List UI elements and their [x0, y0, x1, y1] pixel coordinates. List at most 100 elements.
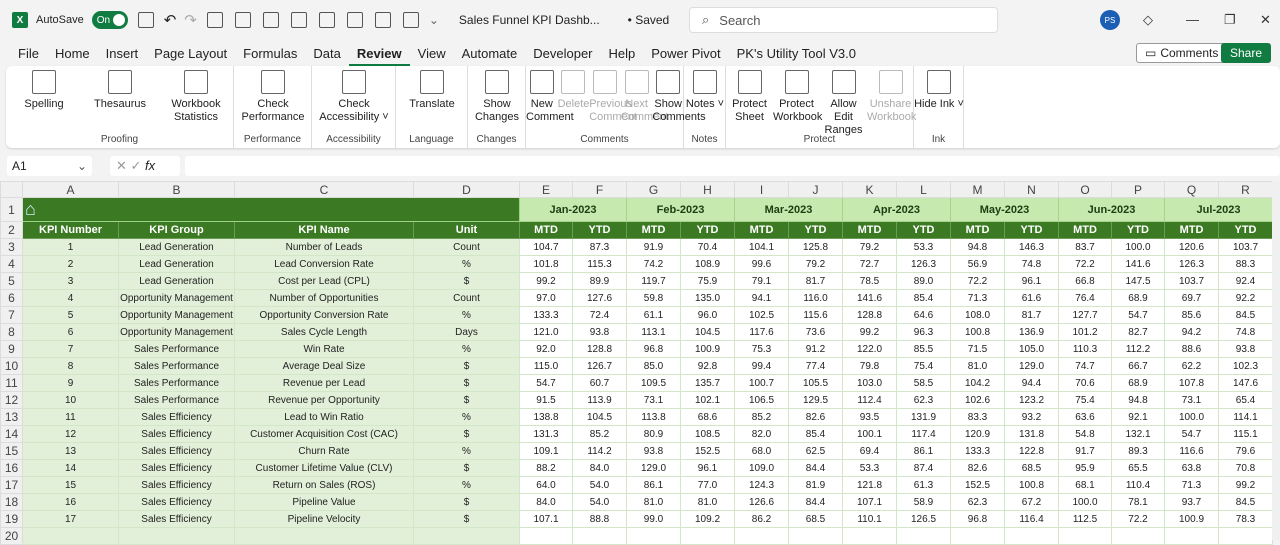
kpi-cell-g[interactable]: Sales Performance: [118, 357, 235, 375]
value-cell[interactable]: 146.3: [1004, 238, 1059, 256]
protect-workbook-button[interactable]: Protect Workbook: [773, 70, 822, 124]
value-cell[interactable]: 84.5: [1218, 493, 1273, 511]
kpi-cell-u[interactable]: $: [413, 425, 520, 443]
row-header[interactable]: 11: [0, 374, 23, 392]
comments-button[interactable]: ▭ Comments: [1136, 43, 1228, 63]
column-header-D[interactable]: D: [413, 181, 520, 198]
value-cell[interactable]: 89.9: [572, 272, 627, 290]
tab-automate[interactable]: Automate: [454, 43, 526, 66]
home-cell[interactable]: ⌂: [22, 197, 520, 222]
allow-edit-ranges-button[interactable]: Allow Edit Ranges: [820, 70, 867, 137]
value-cell[interactable]: 105.0: [1004, 340, 1059, 358]
value-cell[interactable]: 102.6: [950, 391, 1005, 409]
value-cell[interactable]: 114.1: [1218, 408, 1273, 426]
value-cell[interactable]: 54.8: [1058, 425, 1112, 443]
value-cell[interactable]: 61.1: [626, 306, 681, 324]
kpi-cell-n[interactable]: 16: [22, 493, 119, 511]
column-header-A[interactable]: A: [22, 181, 119, 198]
value-cell[interactable]: 79.1: [734, 272, 789, 290]
value-cell[interactable]: 107.1: [519, 510, 573, 528]
kpi-cell-g[interactable]: Sales Performance: [118, 374, 235, 392]
kpi-cell-n[interactable]: 7: [22, 340, 119, 358]
close-icon[interactable]: ✕: [1260, 12, 1271, 28]
kpi-cell-u[interactable]: %: [413, 476, 520, 494]
kpi-cell-k[interactable]: Customer Acquisition Cost (CAC): [234, 425, 414, 443]
kpi-cell-n[interactable]: 8: [22, 357, 119, 375]
value-cell[interactable]: 100.7: [734, 374, 789, 392]
value-cell[interactable]: 81.7: [788, 272, 843, 290]
value-cell[interactable]: 75.9: [680, 272, 735, 290]
tab-formulas[interactable]: Formulas: [235, 43, 305, 66]
value-cell[interactable]: 70.8: [1218, 459, 1273, 477]
row-header[interactable]: 12: [0, 391, 23, 409]
value-cell[interactable]: 96.8: [950, 510, 1005, 528]
value-cell[interactable]: 74.8: [1218, 323, 1273, 341]
value-cell[interactable]: 152.5: [680, 442, 735, 460]
value-cell[interactable]: 82.6: [950, 459, 1005, 477]
delete-button[interactable]: Delete: [558, 70, 589, 111]
value-cell[interactable]: 96.3: [896, 323, 951, 341]
value-cell[interactable]: 108.9: [680, 255, 735, 273]
value-cell[interactable]: 79.8: [842, 357, 897, 375]
new-comment-button[interactable]: New Comment: [526, 70, 574, 124]
column-header-I[interactable]: I: [734, 181, 789, 198]
spelling-button[interactable]: Spelling: [6, 70, 82, 111]
value-cell[interactable]: 73.1: [1164, 391, 1219, 409]
kpi-cell-k[interactable]: Average Deal Size: [234, 357, 414, 375]
kpi-cell-u[interactable]: Days: [413, 323, 520, 341]
autosave-toggle[interactable]: On: [91, 11, 128, 29]
value-cell[interactable]: 69.7: [1164, 289, 1219, 307]
value-cell[interactable]: 82.7: [1111, 323, 1165, 341]
kpi-cell-k[interactable]: Return on Sales (ROS): [234, 476, 414, 494]
value-cell[interactable]: 108.0: [950, 306, 1005, 324]
value-cell[interactable]: 63.6: [1058, 408, 1112, 426]
value-cell[interactable]: 62.3: [896, 391, 951, 409]
value-cell[interactable]: 99.2: [842, 323, 897, 341]
value-cell[interactable]: 104.5: [680, 323, 735, 341]
value-cell[interactable]: 54.7: [1164, 425, 1219, 443]
kpi-cell-k[interactable]: Win Rate: [234, 340, 414, 358]
value-cell[interactable]: 85.5: [896, 340, 951, 358]
value-cell[interactable]: 62.3: [950, 493, 1005, 511]
empty-cell[interactable]: [1004, 527, 1059, 545]
workbook-statistics-button[interactable]: Workbook Statistics: [158, 70, 234, 124]
column-header-N[interactable]: N: [1004, 181, 1059, 198]
value-cell[interactable]: 62.5: [788, 442, 843, 460]
value-cell[interactable]: 127.6: [572, 289, 627, 307]
kpi-cell-k[interactable]: Cost per Lead (CPL): [234, 272, 414, 290]
value-cell[interactable]: 64.0: [519, 476, 573, 494]
value-cell[interactable]: 124.3: [734, 476, 789, 494]
value-cell[interactable]: 62.2: [1164, 357, 1219, 375]
value-cell[interactable]: 74.7: [1058, 357, 1112, 375]
value-cell[interactable]: 93.5: [842, 408, 897, 426]
kpi-cell-g[interactable]: Lead Generation: [118, 272, 235, 290]
kpi-cell-n[interactable]: 15: [22, 476, 119, 494]
value-cell[interactable]: 103.7: [1218, 238, 1273, 256]
value-cell[interactable]: 96.1: [680, 459, 735, 477]
value-cell[interactable]: 54.0: [572, 493, 627, 511]
value-cell[interactable]: 104.7: [519, 238, 573, 256]
column-header-C[interactable]: C: [234, 181, 414, 198]
translate-button[interactable]: Translate: [396, 70, 468, 111]
saved-status[interactable]: • Saved: [628, 13, 670, 27]
value-cell[interactable]: 131.3: [519, 425, 573, 443]
kpi-cell-k[interactable]: Churn Rate: [234, 442, 414, 460]
value-cell[interactable]: 101.2: [1058, 323, 1112, 341]
value-cell[interactable]: 121.0: [519, 323, 573, 341]
value-cell[interactable]: 67.2: [1004, 493, 1059, 511]
value-cell[interactable]: 78.1: [1111, 493, 1165, 511]
value-cell[interactable]: 72.2: [950, 272, 1005, 290]
value-cell[interactable]: 70.6: [1058, 374, 1112, 392]
value-cell[interactable]: 88.6: [1164, 340, 1219, 358]
value-cell[interactable]: 136.9: [1004, 323, 1059, 341]
value-cell[interactable]: 94.1: [734, 289, 789, 307]
value-cell[interactable]: 84.4: [788, 493, 843, 511]
value-cell[interactable]: 88.3: [1218, 255, 1273, 273]
tab-help[interactable]: Help: [601, 43, 644, 66]
kpi-cell-u[interactable]: $: [413, 357, 520, 375]
value-cell[interactable]: 75.3: [734, 340, 789, 358]
value-cell[interactable]: 99.6: [734, 255, 789, 273]
empty-cell[interactable]: [1164, 527, 1219, 545]
spelling-icon[interactable]: [318, 12, 335, 28]
column-header-Q[interactable]: Q: [1164, 181, 1219, 198]
